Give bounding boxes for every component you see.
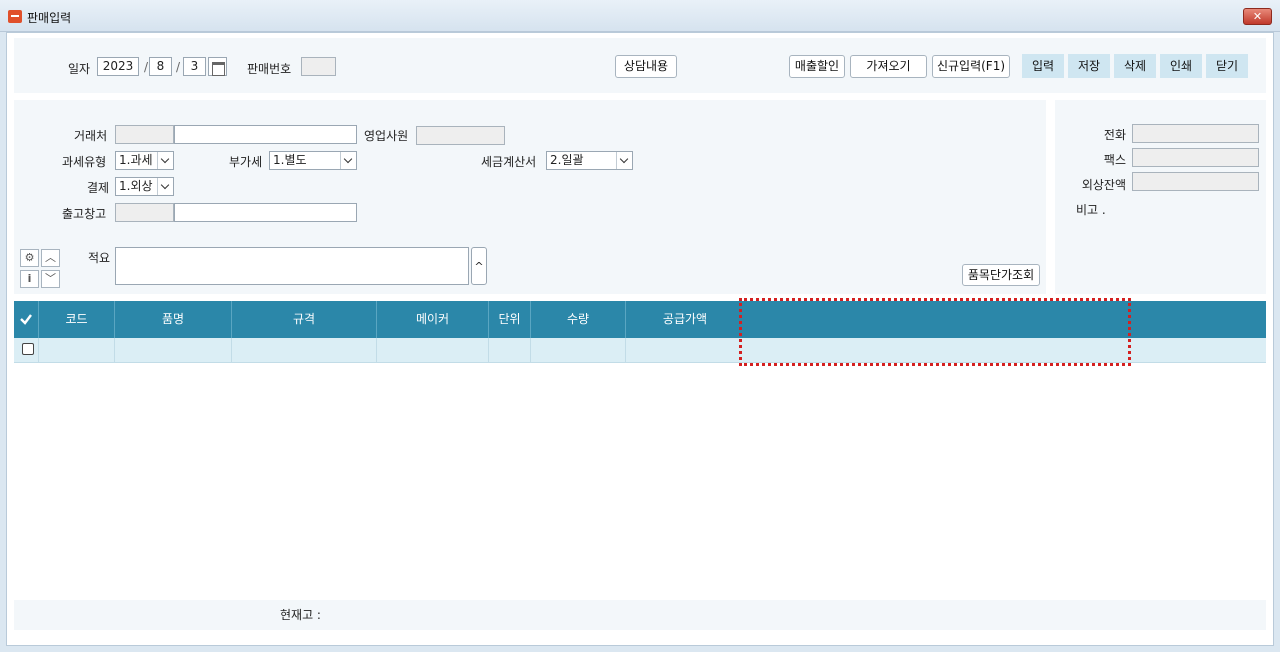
tax-type-select[interactable]: 1.과세 [115,151,174,170]
customer-code-input[interactable] [115,125,174,144]
toolbar-print-button[interactable]: 인쇄 [1160,54,1202,78]
sales-rep-input[interactable] [416,126,505,145]
column-header-supply-amount[interactable]: 공급가액 [626,301,744,338]
window-title: 판매입력 [27,11,72,25]
stock-label: 현재고 : [280,608,321,622]
highlight-box [739,298,1131,366]
tax-type-value: 1.과세 [119,153,153,167]
balance-label: 외상잔액 [1081,178,1126,192]
cell-name[interactable] [115,338,232,363]
fax-input[interactable] [1132,148,1259,167]
date-month-input[interactable]: 8 [149,57,172,76]
column-header-quantity[interactable]: 수량 [531,301,626,338]
check-icon [20,314,32,325]
sale-no-label: 판매번호 [247,62,292,76]
toolbar-save-button[interactable]: 저장 [1068,54,1110,78]
row-checkbox[interactable] [22,343,34,355]
date-day-input[interactable]: 3 [183,57,206,76]
cell-code[interactable] [39,338,115,363]
new-entry-button[interactable]: 신규입력(F1) [932,55,1010,78]
chevron-down-icon [340,152,356,169]
customer-label: 거래처 [74,129,108,143]
toolbar-input-button[interactable]: 입력 [1022,54,1064,78]
phone-input[interactable] [1132,124,1259,143]
date-year-input[interactable]: 2023 [97,57,139,76]
invoice-label: 세금계산서 [481,155,537,169]
fax-label: 팩스 [1103,153,1126,167]
column-header-spec[interactable]: 규격 [232,301,377,338]
consult-button[interactable]: 상담내용 [615,55,677,78]
select-all-cell[interactable] [14,301,39,338]
toolbar-delete-button[interactable]: 삭제 [1114,54,1156,78]
payment-label: 결제 [87,181,110,195]
vat-select[interactable]: 1.별도 [269,151,357,170]
column-header-code[interactable]: 코드 [39,301,115,338]
footer-panel [14,600,1266,630]
gear-icon[interactable]: ⚙ [20,249,39,267]
cell-spec[interactable] [232,338,377,363]
phone-label: 전화 [1103,128,1126,142]
cell-supply-amount[interactable] [626,338,744,363]
warehouse-label: 출고창고 [62,207,107,221]
note-label: 비고 . [1076,203,1106,217]
invoice-select[interactable]: 2.일괄 [546,151,633,170]
warehouse-name-input[interactable] [174,203,357,222]
date-label: 일자 [68,62,91,76]
sales-rep-label: 영업사원 [364,129,409,143]
chevron-down-icon [157,152,173,169]
column-header-name[interactable]: 품명 [115,301,232,338]
vat-value: 1.별도 [273,153,307,167]
window-close-button[interactable]: ✕ [1243,8,1272,25]
warehouse-code-input[interactable] [115,203,174,222]
sale-no-input[interactable] [301,57,336,76]
tax-type-label: 과세유형 [62,155,107,169]
date-separator: / [176,60,181,74]
price-lookup-button[interactable]: 품목단가조회 [962,264,1040,286]
balance-input[interactable] [1132,172,1259,191]
invoice-value: 2.일괄 [550,153,584,167]
payment-select[interactable]: 1.외상 [115,177,174,196]
memo-expand-button[interactable]: ^ [471,247,487,285]
cell-unit[interactable] [489,338,531,363]
customer-name-input[interactable] [174,125,357,144]
title-bar [0,0,1280,32]
cell-quantity[interactable] [531,338,626,363]
chevron-down-icon [157,178,173,195]
toolbar-close-button[interactable]: 닫기 [1206,54,1248,78]
date-separator: / [144,60,149,74]
vat-label: 부가세 [229,155,263,169]
payment-value: 1.외상 [119,179,153,193]
memo-textarea[interactable] [115,247,469,285]
app-icon [8,10,22,23]
import-button[interactable]: 가져오기 [850,55,927,78]
info-icon[interactable]: i [20,270,39,288]
column-header-maker[interactable]: 메이커 [377,301,489,338]
chevron-up-icon[interactable]: ︿ [41,249,60,267]
column-header-unit[interactable]: 단위 [489,301,531,338]
calendar-icon[interactable] [208,57,227,76]
chevron-down-icon[interactable]: ﹀ [41,270,60,288]
cell-maker[interactable] [377,338,489,363]
memo-label: 적요 [88,251,111,265]
sales-discount-button[interactable]: 매출할인 [789,55,845,78]
chevron-down-icon [616,152,632,169]
